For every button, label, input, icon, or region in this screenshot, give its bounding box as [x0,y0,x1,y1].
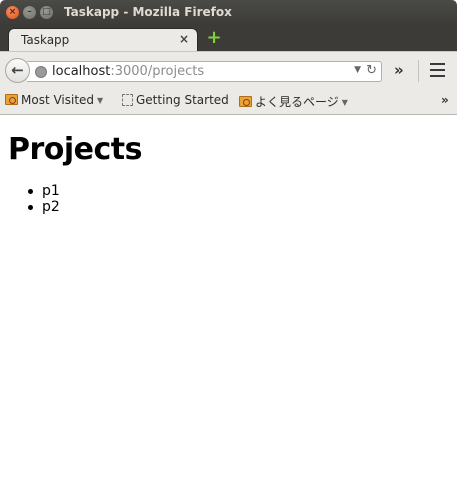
bookmark-getting-started[interactable]: Getting Started [122,93,229,107]
url-host: localhost [52,64,111,79]
navigation-toolbar: localhost:3000/projects ▼ ↻ ← » [0,51,457,88]
hamburger-icon[interactable] [430,63,445,77]
globe-icon [35,66,47,78]
url-text[interactable]: localhost:3000/projects [52,64,204,79]
folder-icon [5,94,18,105]
tab-close-icon[interactable]: × [179,32,189,46]
toolbar-separator [418,60,419,82]
window-close-button[interactable]: × [6,6,19,19]
bookmark-label: Most Visited [21,93,95,107]
url-history-dropdown-icon[interactable]: ▼ [354,65,361,75]
chevron-down-icon: ▼ [97,96,104,105]
new-tab-plus-icon[interactable]: + [206,29,222,47]
window-minimize-button[interactable]: – [23,6,36,19]
window-title: Taskapp - Mozilla Firefox [64,5,232,19]
tab-label: Taskapp [21,33,70,47]
project-list: p1 p2 [26,183,60,215]
bookmark-label: Getting Started [136,93,229,107]
bookmarks-toolbar: Most Visited ▼ Getting Started よく見るページ ▼ » [0,88,457,115]
reload-icon[interactable]: ↻ [366,63,377,78]
page-content: Projects p1 p2 [0,116,457,500]
url-bar[interactable]: localhost:3000/projects ▼ ↻ [27,61,382,82]
tab-strip: Taskapp × + [0,25,457,52]
list-item: p1 [26,183,60,199]
window-titlebar: × – □ Taskapp - Mozilla Firefox [0,0,457,25]
list-item: p2 [26,199,60,215]
bookmark-label: よく見るページ [255,95,339,109]
folder-icon [239,96,252,107]
page-icon [122,94,133,106]
window-maximize-button[interactable]: □ [40,6,53,19]
page-title: Projects [8,132,143,167]
chevron-down-icon: ▼ [341,98,348,107]
bookmark-most-visited[interactable]: Most Visited ▼ [5,93,103,107]
bookmark-frequent-pages[interactable]: よく見るページ ▼ [239,93,348,110]
url-path: :3000/projects [110,64,205,79]
bookmarks-overflow-icon[interactable]: » [441,93,449,107]
tab-taskapp[interactable]: Taskapp × [8,28,198,52]
toolbar-overflow-icon[interactable]: » [394,61,404,79]
back-button[interactable]: ← [5,58,30,83]
